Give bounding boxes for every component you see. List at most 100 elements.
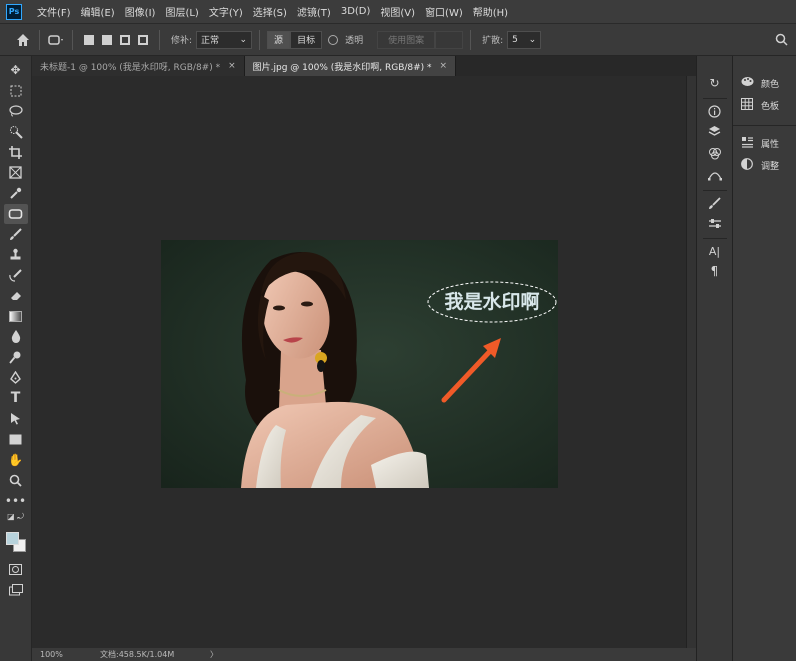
path-selection-tool-icon[interactable] — [4, 409, 28, 429]
blur-tool-icon[interactable] — [4, 327, 28, 347]
fill-dropdown[interactable]: 正常 ⌄ — [196, 30, 253, 49]
rectangle-tool-icon[interactable] — [4, 429, 28, 449]
menu-image[interactable]: 图像(I) — [120, 4, 161, 19]
menu-bar: Ps 文件(F) 编辑(E) 图像(I) 图层(L) 文字(Y) 选择(S) 滤… — [0, 0, 796, 24]
eyedropper-tool-icon[interactable] — [4, 183, 28, 203]
palette-icon — [741, 76, 755, 90]
panel-color[interactable]: 颜色 — [733, 72, 796, 94]
brush-tool-icon[interactable] — [4, 224, 28, 244]
document-size: 文档:458.5K/1.04M — [100, 650, 175, 659]
ps-logo-icon: Ps — [6, 3, 22, 20]
photo-portrait: 我是水印啊 — [161, 240, 558, 488]
close-icon[interactable]: × — [440, 61, 448, 71]
status-bar: 100% 文档:458.5K/1.04M 〉 — [32, 648, 696, 661]
menu-select[interactable]: 选择(S) — [248, 4, 292, 19]
more-tools-icon[interactable]: ••• — [4, 491, 28, 511]
screen-mode-icon[interactable] — [4, 580, 28, 600]
chevron-down-icon: ⌄ — [239, 34, 248, 45]
status-chevron-icon[interactable]: 〉 — [210, 649, 218, 660]
panel-label: 调整 — [761, 161, 780, 172]
tab-untitled-1[interactable]: 未标题-1 @ 100% (我是水印呀, RGB/8#) * × — [32, 56, 245, 76]
home-icon[interactable] — [14, 31, 32, 49]
pattern-picker[interactable] — [435, 30, 464, 49]
swap-colors-icon[interactable]: ◪ ⤾ — [4, 511, 28, 523]
panel-properties[interactable]: 属性 — [733, 132, 796, 154]
vertical-scrollbar[interactable] — [686, 76, 696, 648]
menu-file[interactable]: 文件(F) — [32, 4, 76, 19]
destination-toggle[interactable]: 目标 — [290, 30, 323, 49]
type-tool-icon[interactable]: T — [4, 388, 28, 408]
tab-label: 图片.jpg @ 100% (我是水印啊, RGB/8#) * — [252, 62, 432, 73]
fill-label: 修补: — [171, 36, 193, 46]
transparent-checkbox[interactable] — [328, 34, 339, 45]
channels-panel-icon[interactable] — [703, 142, 727, 164]
close-icon[interactable]: × — [228, 61, 236, 71]
add-selection-icon[interactable] — [102, 34, 112, 45]
history-panel-icon[interactable]: ↻ — [703, 72, 727, 94]
info-panel-icon[interactable] — [702, 98, 727, 120]
tab-image-jpg[interactable]: 图片.jpg @ 100% (我是水印啊, RGB/8#) * × — [244, 56, 457, 76]
spread-dropdown[interactable]: 5 ⌄ — [507, 30, 542, 49]
panel-list: 颜色 色板 属性 调整 — [732, 56, 796, 661]
tool-presets-icon[interactable] — [703, 212, 727, 234]
history-brush-tool-icon[interactable] — [4, 265, 28, 285]
lasso-tool-icon[interactable] — [4, 101, 28, 121]
panel-swatches[interactable]: 色板 — [733, 94, 796, 116]
adjust-icon — [741, 157, 755, 173]
panel-label: 颜色 — [761, 79, 780, 90]
intersect-selection-icon[interactable] — [138, 34, 148, 45]
foreground-color-swatch[interactable] — [5, 531, 19, 545]
hand-tool-icon[interactable]: ✋ — [4, 450, 28, 470]
transparent-label: 透明 — [345, 36, 364, 46]
patch-tool-icon[interactable] — [3, 203, 28, 224]
document-tabs: 未标题-1 @ 100% (我是水印呀, RGB/8#) * × 图片.jpg … — [32, 56, 696, 76]
menu-view[interactable]: 视图(V) — [375, 4, 420, 19]
tools-panel: ✥ T ✋ ••• ◪ ⤾ — [0, 56, 32, 661]
zoom-level[interactable]: 100% — [40, 650, 100, 659]
menu-edit[interactable]: 编辑(E) — [76, 4, 120, 19]
character-panel-icon[interactable]: A| — [702, 238, 727, 260]
menu-help[interactable]: 帮助(H) — [468, 4, 513, 19]
menu-type[interactable]: 文字(Y) — [204, 4, 248, 19]
menu-3d[interactable]: 3D(D) — [336, 6, 376, 17]
source-toggle[interactable]: 源 — [267, 30, 291, 49]
dodge-tool-icon[interactable] — [4, 347, 28, 367]
patch-tool-preset-icon[interactable] — [47, 31, 65, 49]
brush-settings-icon[interactable] — [702, 190, 727, 212]
menu-filter[interactable]: 滤镜(T) — [292, 4, 336, 19]
grid-icon — [741, 97, 755, 113]
document-image[interactable]: 我是水印啊 — [161, 240, 558, 488]
menu-layer[interactable]: 图层(L) — [160, 4, 203, 19]
panel-divider — [733, 116, 796, 126]
quick-selection-tool-icon[interactable] — [4, 122, 28, 142]
layers-panel-icon[interactable] — [703, 120, 727, 142]
paths-panel-icon[interactable] — [703, 164, 727, 186]
chevron-down-icon: ⌄ — [528, 34, 537, 45]
panel-label: 色板 — [761, 101, 780, 112]
new-selection-icon[interactable] — [84, 34, 94, 45]
move-tool-icon[interactable]: ✥ — [4, 60, 28, 80]
crop-tool-icon[interactable] — [4, 142, 28, 162]
watermark-text: 我是水印啊 — [444, 291, 539, 313]
panel-adjustments[interactable]: 调整 — [733, 154, 796, 176]
photoshop-window: Ps 文件(F) 编辑(E) 图像(I) 图层(L) 文字(Y) 选择(S) 滤… — [0, 0, 796, 661]
options-bar: 修补: 正常 ⌄ 源 目标 透明 使用图案 扩散: 5 ⌄ — [0, 24, 796, 56]
use-pattern-button[interactable]: 使用图案 — [377, 30, 436, 49]
pen-tool-icon[interactable] — [4, 368, 28, 388]
quick-mask-icon[interactable] — [4, 560, 28, 580]
menu-window[interactable]: 窗口(W) — [420, 4, 468, 19]
marquee-tool-icon[interactable] — [4, 81, 28, 101]
gradient-tool-icon[interactable] — [4, 306, 28, 326]
search-icon[interactable] — [772, 31, 790, 49]
frame-tool-icon[interactable] — [4, 163, 28, 183]
subtract-selection-icon[interactable] — [120, 34, 130, 45]
canvas-area[interactable]: 我是水印啊 — [32, 76, 696, 648]
tab-label: 未标题-1 @ 100% (我是水印呀, RGB/8#) * — [40, 62, 221, 73]
zoom-tool-icon[interactable] — [4, 470, 28, 490]
color-swatches[interactable] — [4, 530, 28, 554]
eraser-tool-icon[interactable] — [4, 286, 28, 306]
panel-label: 属性 — [761, 139, 780, 150]
fill-value: 正常 — [201, 36, 220, 46]
paragraph-panel-icon[interactable]: ¶ — [703, 260, 727, 282]
stamp-tool-icon[interactable] — [4, 245, 28, 265]
